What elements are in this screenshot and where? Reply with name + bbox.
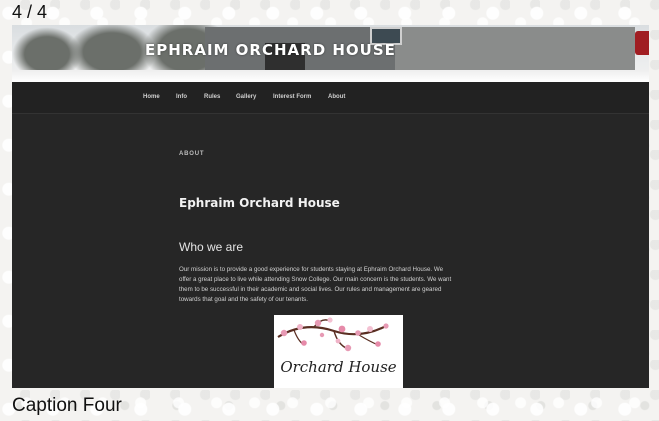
header-image: EPHRAIM ORCHARD HOUSE <box>12 25 649 82</box>
paragraph-line: offer a great place to live while attend… <box>179 276 452 283</box>
page-heading: Ephraim Orchard House <box>179 196 340 210</box>
paragraph-line: Our mission is to provide a good experie… <box>179 266 444 273</box>
nav-gallery[interactable]: Gallery <box>236 94 256 100</box>
nav-interest-form[interactable]: Interest Form <box>273 94 311 100</box>
house-wall <box>395 27 635 73</box>
logo-text: Orchard House <box>280 358 397 376</box>
slide-caption: Caption Four <box>12 395 122 416</box>
orchard-house-logo: Orchard House <box>274 315 403 388</box>
page-subheading: Who we are <box>179 240 244 254</box>
site-title[interactable]: EPHRAIM ORCHARD HOUSE <box>145 41 396 59</box>
snow-ground <box>12 70 649 82</box>
nav-about[interactable]: About <box>328 94 345 100</box>
cherry-blossom-branch-icon <box>277 317 389 352</box>
main-nav: Home Info Rules Gallery Interest Form Ab… <box>12 82 649 114</box>
paragraph-line: towards that goal and the safety of our … <box>179 296 308 303</box>
slide-screenshot: EPHRAIM ORCHARD HOUSE Home Info Rules Ga… <box>12 25 649 388</box>
nav-info[interactable]: Info <box>176 94 187 100</box>
nav-home[interactable]: Home <box>143 94 160 100</box>
page-content: ABOUT Ephraim Orchard House Who we are O… <box>12 113 649 388</box>
paragraph-line: them to be successful in their academic … <box>179 286 442 293</box>
car-graphic <box>635 31 649 55</box>
nav-rules[interactable]: Rules <box>204 94 220 100</box>
page-eyebrow: ABOUT <box>179 151 205 157</box>
slide-counter: 4 / 4 <box>12 2 48 22</box>
about-paragraph: Our mission is to provide a good experie… <box>179 265 497 305</box>
